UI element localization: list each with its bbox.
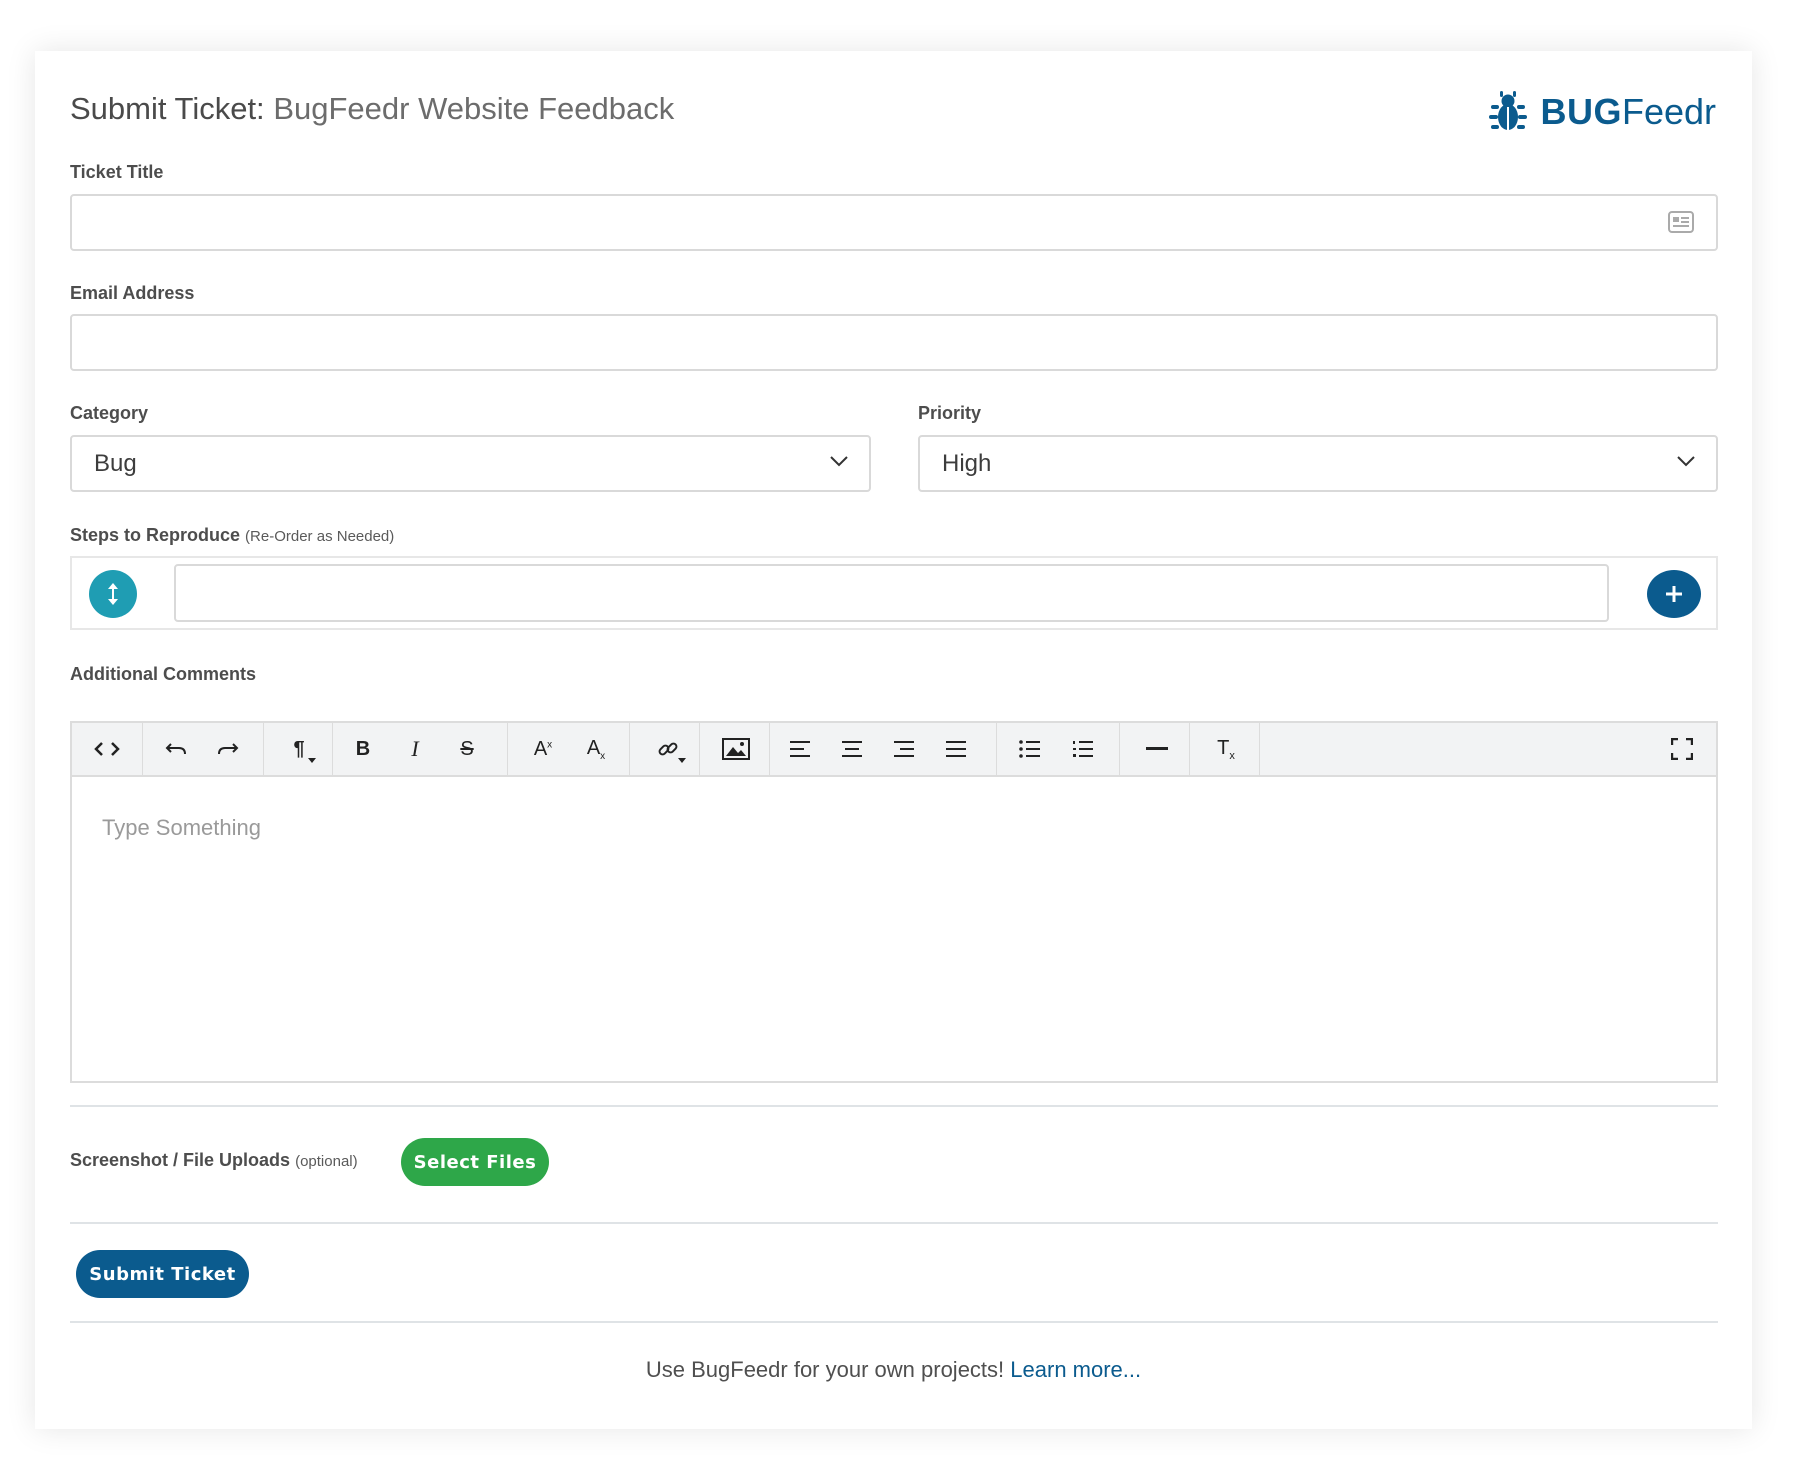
- image-icon: [722, 738, 750, 760]
- subscript-button[interactable]: Ax: [569, 723, 623, 775]
- comments-label: Additional Comments: [70, 664, 257, 684]
- select-files-button[interactable]: Select Files: [401, 1138, 549, 1186]
- align-center-button[interactable]: [826, 723, 878, 775]
- align-center-icon: [842, 741, 862, 757]
- chevron-down-icon: [1677, 456, 1695, 467]
- bugfeedr-logo: BUG Feedr: [1488, 91, 1716, 133]
- page-title-project: BugFeedr Website Feedback: [273, 91, 675, 126]
- insert-link-button[interactable]: [636, 723, 700, 775]
- bug-icon: [1489, 91, 1528, 131]
- logo-text-bold: BUG: [1540, 91, 1622, 132]
- footer-text: Use BugFeedr for your own projects!: [645, 1357, 1005, 1382]
- category-selected-value: Bug: [94, 449, 137, 477]
- vertical-arrows-icon: [108, 583, 118, 605]
- priority-select[interactable]: High: [918, 435, 1718, 492]
- code-view-button[interactable]: [72, 723, 142, 775]
- divider: [70, 1321, 1718, 1323]
- learn-more-link[interactable]: Learn more...: [1010, 1357, 1141, 1382]
- fullscreen-button[interactable]: [1656, 723, 1708, 775]
- steps-label-hint: (Re-Order as Needed): [245, 528, 395, 545]
- superscript-button[interactable]: Ax: [517, 723, 569, 775]
- fullscreen-icon: [1671, 738, 1693, 760]
- link-icon: [658, 742, 678, 756]
- italic-icon: I: [411, 736, 419, 761]
- undo-icon: [165, 743, 186, 755]
- align-justify-icon: [946, 741, 966, 757]
- horizontal-line-icon: [1146, 747, 1168, 750]
- horizontal-line-button[interactable]: [1124, 723, 1190, 775]
- dropdown-caret-icon: [308, 758, 316, 763]
- logo-text-light: Feedr: [1621, 91, 1716, 132]
- plus-icon: [1666, 586, 1682, 602]
- submit-ticket-button[interactable]: Submit Ticket: [76, 1250, 249, 1298]
- undo-button[interactable]: [150, 723, 202, 775]
- ordered-list-button[interactable]: [1056, 723, 1110, 775]
- steps-label: Steps to Reproduce (Re-Order as Needed): [70, 525, 394, 546]
- footer: Use BugFeedr for your own projects! Lear…: [35, 1357, 1752, 1383]
- code-icon: [94, 742, 120, 756]
- divider: [70, 1105, 1718, 1107]
- editor-placeholder[interactable]: Type Something: [102, 815, 261, 841]
- strikethrough-button[interactable]: S: [441, 723, 493, 775]
- editor-toolbar: ¶ B I S Ax Ax Tx: [72, 723, 1716, 777]
- email-label: Email Address: [70, 283, 195, 303]
- page-title-prefix: Submit Ticket:: [70, 91, 265, 126]
- paragraph-icon: ¶: [293, 737, 305, 760]
- align-left-icon: [790, 741, 810, 757]
- steps-label-text: Steps to Reproduce: [70, 525, 241, 545]
- page-title: Submit Ticket: BugFeedr Website Feedback: [70, 91, 674, 127]
- align-justify-button[interactable]: [930, 723, 982, 775]
- uploads-label-text: Screenshot / File Uploads: [70, 1150, 291, 1170]
- clear-formatting-icon: Tx: [1217, 736, 1235, 762]
- divider: [70, 1222, 1718, 1224]
- numbered-list-icon: [1073, 741, 1093, 757]
- unordered-list-button[interactable]: [1004, 723, 1056, 775]
- rich-text-editor: ¶ B I S Ax Ax Tx Type Something: [70, 721, 1718, 1083]
- bullet-list-icon: [1019, 740, 1040, 758]
- reorder-handle[interactable]: [89, 570, 137, 618]
- redo-icon: [218, 743, 239, 755]
- email-field[interactable]: [70, 314, 1718, 371]
- steps-row: [70, 556, 1718, 630]
- strikethrough-icon: S: [460, 737, 474, 760]
- ticket-form-card: Submit Ticket: BugFeedr Website Feedback…: [35, 51, 1752, 1429]
- align-left-button[interactable]: [774, 723, 826, 775]
- ticket-title-label: Ticket Title: [70, 162, 164, 182]
- bold-icon: B: [355, 737, 371, 760]
- clear-formatting-button[interactable]: Tx: [1194, 723, 1258, 775]
- priority-label: Priority: [918, 403, 982, 423]
- insert-image-button[interactable]: [704, 723, 768, 775]
- italic-button[interactable]: I: [389, 723, 441, 775]
- category-label: Category: [70, 403, 149, 423]
- superscript-icon: Ax: [533, 737, 553, 760]
- category-select[interactable]: Bug: [70, 435, 871, 492]
- priority-selected-value: High: [942, 449, 992, 477]
- uploads-label: Screenshot / File Uploads (optional): [70, 1150, 358, 1171]
- redo-button[interactable]: [202, 723, 254, 775]
- add-step-button[interactable]: [1647, 570, 1701, 618]
- chevron-down-icon: [830, 456, 848, 467]
- dropdown-caret-icon: [678, 758, 686, 763]
- subscript-icon: Ax: [586, 736, 606, 762]
- align-right-button[interactable]: [878, 723, 930, 775]
- contact-card-icon: [1668, 211, 1694, 233]
- ticket-title-input[interactable]: [70, 194, 1718, 251]
- step-input[interactable]: [174, 564, 1609, 622]
- align-right-icon: [894, 741, 914, 757]
- bold-button[interactable]: B: [337, 723, 389, 775]
- uploads-label-hint: (optional): [295, 1153, 358, 1170]
- paragraph-format-button[interactable]: ¶: [268, 723, 330, 775]
